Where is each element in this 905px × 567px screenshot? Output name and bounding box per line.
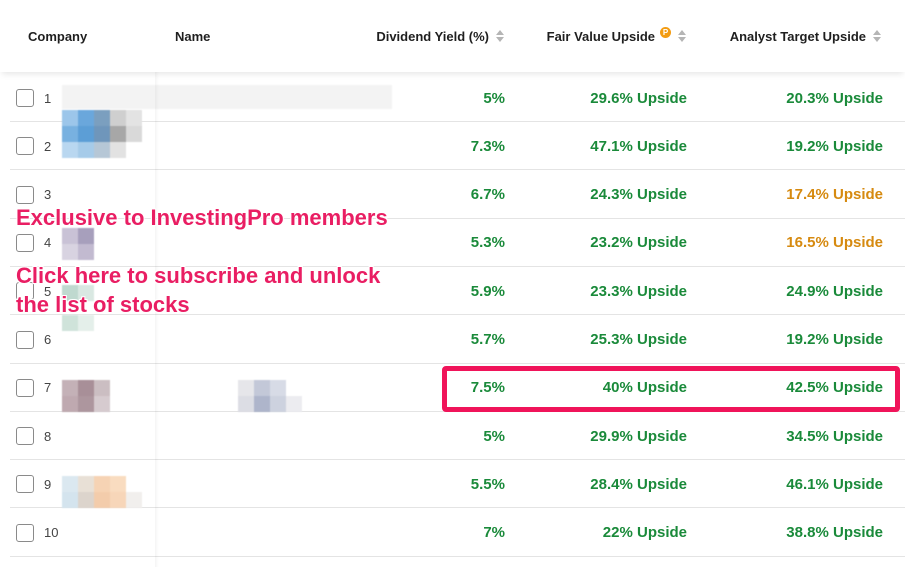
overlay-exclusive-text: Exclusive to InvestingPro members bbox=[16, 205, 388, 230]
row-number: 2 bbox=[44, 138, 52, 154]
analyst-target-upside-cell: 19.2% Upside bbox=[786, 331, 883, 348]
header-dividend-yield-label: Dividend Yield (%) bbox=[376, 28, 489, 44]
dividend-yield-cell: 5.7% bbox=[470, 331, 505, 348]
header-name[interactable]: Name bbox=[175, 0, 210, 72]
header-company[interactable]: Company bbox=[28, 0, 87, 72]
dividend-yield-cell: 5% bbox=[483, 427, 505, 445]
table-row[interactable]: 8 5% 29.9% Upside 34.5% Upside bbox=[10, 412, 905, 461]
row-number: 8 bbox=[44, 428, 52, 444]
dividend-yield-cell: 5.5% bbox=[470, 475, 505, 493]
header-fair-value-upside[interactable]: Fair Value Upside P bbox=[520, 0, 687, 72]
analyst-target-upside-cell: 16.5% Upside bbox=[786, 234, 883, 252]
row-checkbox[interactable] bbox=[16, 523, 34, 542]
fair-value-upside-cell: 25.3% Upside bbox=[590, 331, 687, 348]
overlay-subscribe-link-line1[interactable]: Click here to subscribe and unlock bbox=[16, 262, 380, 290]
pro-badge-icon: P bbox=[660, 26, 671, 38]
header-analyst-target-upside[interactable]: Analyst Target Upside bbox=[700, 0, 882, 72]
dividend-yield-cell: 7% bbox=[483, 524, 505, 542]
table-header: Company Name Dividend Yield (%) Fair Val… bbox=[0, 0, 905, 72]
header-dividend-yield[interactable]: Dividend Yield (%) bbox=[330, 0, 505, 72]
fair-value-upside-cell: 29.6% Upside bbox=[590, 89, 687, 107]
analyst-target-upside-cell: 38.8% Upside bbox=[786, 524, 883, 542]
fair-value-upside-cell: 47.1% Upside bbox=[590, 137, 687, 155]
table-row[interactable]: 9 5.5% 28.4% Upside 46.1% Upside bbox=[10, 460, 905, 509]
row-checkbox[interactable] bbox=[16, 233, 34, 252]
row-number: 1 bbox=[44, 90, 52, 106]
analyst-target-upside-cell: 34.5% Upside bbox=[786, 427, 883, 445]
fair-value-upside-cell: 23.2% Upside bbox=[590, 234, 687, 252]
analyst-target-upside-cell: 20.3% Upside bbox=[786, 89, 883, 107]
sort-icon[interactable] bbox=[495, 28, 505, 44]
row-checkbox[interactable] bbox=[16, 137, 34, 156]
header-fair-value-label: Fair Value Upside bbox=[546, 28, 655, 44]
row-number: 7 bbox=[44, 380, 52, 396]
row-checkbox[interactable] bbox=[16, 89, 34, 107]
analyst-target-upside-cell: 46.1% Upside bbox=[786, 475, 883, 493]
highlight-box bbox=[442, 366, 900, 412]
table-row[interactable]: 2 7.3% 47.1% Upside 19.2% Upside bbox=[10, 122, 905, 171]
row-number: 9 bbox=[44, 476, 52, 492]
row-number: 10 bbox=[44, 525, 59, 541]
fair-value-upside-cell: 22% Upside bbox=[602, 524, 687, 542]
analyst-target-upside-cell: 17.4% Upside bbox=[786, 186, 883, 204]
fair-value-upside-cell: 23.3% Upside bbox=[590, 282, 687, 300]
fair-value-upside-cell: 29.9% Upside bbox=[590, 427, 687, 445]
sort-icon[interactable] bbox=[677, 28, 687, 44]
header-company-label: Company bbox=[28, 28, 88, 44]
fair-value-upside-cell: 28.4% Upside bbox=[590, 475, 687, 493]
header-analyst-target-label: Analyst Target Upside bbox=[729, 28, 866, 44]
row-number: 6 bbox=[44, 332, 52, 347]
fair-value-upside-cell: 24.3% Upside bbox=[590, 186, 687, 204]
header-name-label: Name bbox=[175, 28, 211, 44]
row-checkbox[interactable] bbox=[16, 378, 34, 397]
row-checkbox[interactable] bbox=[16, 475, 34, 494]
table-row[interactable]: 6 5.7% 25.3% Upside 19.2% Upside bbox=[10, 316, 905, 364]
analyst-target-upside-cell: 19.2% Upside bbox=[786, 137, 883, 155]
analyst-target-upside-cell: 24.9% Upside bbox=[786, 282, 883, 300]
overlay-subscribe-link-line2[interactable]: the list of stocks bbox=[16, 291, 190, 319]
row-checkbox[interactable] bbox=[16, 330, 34, 349]
row-checkbox[interactable] bbox=[16, 185, 34, 204]
sort-icon[interactable] bbox=[872, 28, 882, 44]
table-row[interactable]: 10 7% 22% Upside 38.8% Upside bbox=[10, 509, 905, 557]
row-checkbox[interactable] bbox=[16, 427, 34, 446]
dividend-yield-cell: 7.3% bbox=[470, 137, 505, 155]
